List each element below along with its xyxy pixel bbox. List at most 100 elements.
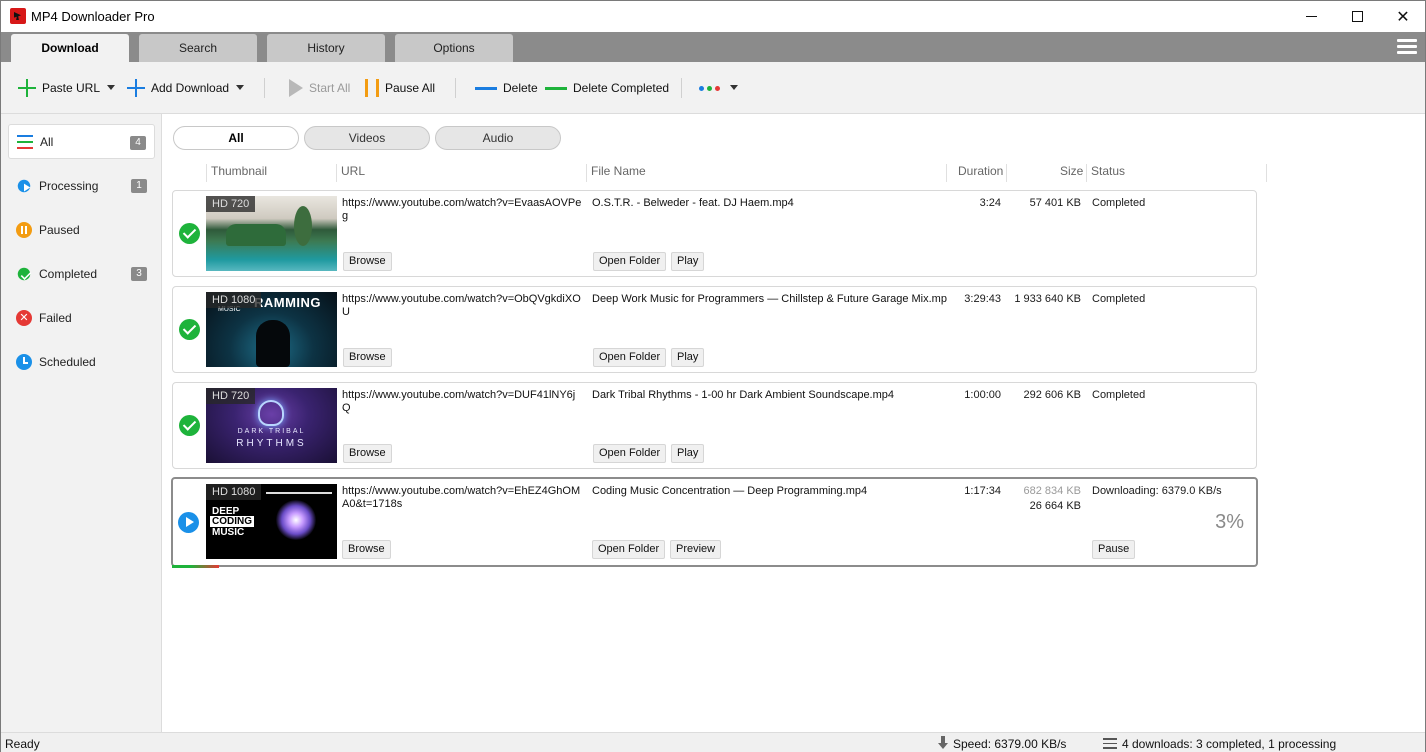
minimize-button[interactable] — [1288, 1, 1334, 32]
column-divider — [1086, 164, 1087, 182]
pause-all-button[interactable]: Pause All — [365, 62, 435, 114]
filter-all[interactable]: All — [173, 126, 299, 150]
download-row-active[interactable]: DEEP CODING MUSIC HD 1080 https://www.yo… — [171, 477, 1258, 567]
play-icon — [289, 79, 303, 97]
clock-icon — [16, 353, 32, 370]
column-header-status[interactable]: Status — [1091, 160, 1125, 182]
add-download-label: Add Download — [151, 81, 230, 95]
sidebar-item-label: Scheduled — [39, 354, 96, 369]
paste-url-button[interactable]: Paste URL — [18, 62, 100, 114]
column-header-thumbnail[interactable]: Thumbnail — [211, 160, 267, 182]
status-bar: Ready Speed: 6379.00 KB/s 4 downloads: 3… — [1, 732, 1425, 752]
download-row[interactable]: HD 720 https://www.youtube.com/watch?v=E… — [172, 190, 1257, 277]
download-row[interactable]: RAMMING MUSIC HD 1080 https://www.youtub… — [172, 286, 1257, 373]
column-header-url[interactable]: URL — [341, 160, 365, 182]
delete-button[interactable]: Delete — [475, 62, 538, 114]
open-folder-button[interactable]: Open Folder — [593, 348, 667, 367]
column-divider — [1266, 164, 1267, 182]
browse-button[interactable]: Browse — [343, 348, 392, 367]
file-name-text: O.S.T.R. - Belweder - feat. DJ Haem.mp4 — [592, 197, 794, 209]
sidebar-item-label: Processing — [39, 178, 99, 193]
fractal-shape — [276, 500, 316, 540]
quality-badge: HD 720 — [206, 388, 256, 404]
count-badge: 4 — [130, 136, 146, 150]
tab-options[interactable]: Options — [395, 34, 513, 62]
delete-label: Delete — [503, 81, 538, 95]
delete-completed-button[interactable]: Delete Completed — [545, 62, 669, 114]
column-divider — [1006, 164, 1007, 182]
check-circle-icon — [17, 267, 31, 280]
minimize-icon — [1305, 16, 1317, 17]
column-divider — [336, 164, 337, 182]
tab-search[interactable]: Search — [139, 34, 257, 62]
column-header-size[interactable]: Size — [1060, 160, 1083, 182]
open-folder-button[interactable]: Open Folder — [593, 252, 667, 271]
preview-button[interactable]: Preview — [670, 540, 722, 559]
browse-button[interactable]: Browse — [343, 252, 392, 271]
browse-button[interactable]: Browse — [342, 540, 391, 559]
check-circle-icon — [179, 415, 200, 436]
tab-download[interactable]: Download — [11, 34, 129, 62]
progress-percent: 3% — [1215, 511, 1244, 533]
play-circle-icon — [178, 512, 199, 533]
paste-url-dropdown-icon[interactable] — [107, 85, 115, 90]
thumbnail-line — [266, 492, 332, 494]
speed-text: Speed: 6379.00 KB/s — [953, 737, 1067, 751]
pause-circle-icon — [16, 221, 32, 238]
video-thumbnail: DEEP CODING MUSIC HD 1080 — [206, 484, 337, 559]
browse-button[interactable]: Browse — [343, 444, 392, 463]
download-arrow-icon — [938, 736, 948, 749]
sidebar-item-label: Completed — [39, 266, 98, 281]
pause-button[interactable]: Pause — [1092, 540, 1136, 559]
toolbar: Paste URL Add Download Start All Pause A… — [1, 62, 1425, 114]
thumbnail-title: CODING — [210, 516, 254, 527]
quality-badge: HD 1080 — [206, 484, 262, 500]
play-button[interactable]: Play — [671, 444, 705, 463]
play-button[interactable]: Play — [671, 348, 705, 367]
status-text: Completed — [1092, 389, 1146, 401]
status-text: Downloading: 6379.0 KB/s — [1092, 485, 1222, 497]
sidebar-item-all[interactable]: All 4 — [8, 124, 155, 159]
color-dots-menu-icon[interactable] — [699, 86, 720, 91]
column-header-duration[interactable]: Duration — [958, 160, 1003, 182]
column-divider — [206, 164, 207, 182]
tree-shape — [294, 206, 312, 246]
duration-text: 3:24 — [979, 197, 1001, 209]
open-folder-button[interactable]: Open Folder — [592, 540, 666, 559]
x-circle-icon: ✕ — [16, 309, 32, 326]
maximize-button[interactable] — [1334, 1, 1380, 32]
more-dropdown-icon[interactable] — [730, 85, 738, 90]
glowing-mask-shape — [258, 400, 284, 426]
sidebar-item-processing[interactable]: Processing 1 — [8, 168, 155, 203]
column-header-file-name[interactable]: File Name — [591, 160, 646, 182]
plus-icon — [127, 79, 145, 97]
tab-history[interactable]: History — [267, 34, 385, 62]
toolbar-divider — [681, 78, 682, 98]
add-download-button[interactable]: Add Download — [127, 62, 229, 114]
open-folder-button[interactable]: Open Folder — [593, 444, 667, 463]
status-ready-text: Ready — [5, 737, 40, 751]
minus-icon — [545, 86, 567, 90]
play-circle-icon — [17, 179, 31, 192]
sidebar-item-paused[interactable]: Paused — [8, 212, 155, 247]
download-row[interactable]: DARK TRIBAL RHYTHMS HD 720 https://www.y… — [172, 382, 1257, 469]
url-text: https://www.youtube.com/watch?v=ObQVgkdi… — [342, 293, 581, 318]
pause-icon — [365, 79, 379, 97]
sidebar-item-failed[interactable]: ✕ Failed — [8, 300, 155, 335]
total-size-text: 682 834 KB — [1023, 485, 1082, 497]
url-text: https://www.youtube.com/watch?v=EhEZ4GhO… — [342, 485, 581, 510]
menu-icon[interactable] — [1397, 39, 1417, 55]
toolbar-divider — [455, 78, 456, 98]
add-download-dropdown-icon[interactable] — [236, 85, 244, 90]
start-all-button[interactable]: Start All — [289, 62, 350, 114]
url-text: https://www.youtube.com/watch?v=DUF41lNY… — [342, 389, 576, 414]
sidebar-item-scheduled[interactable]: Scheduled — [8, 344, 155, 379]
thumbnail-title: RAMMING — [254, 295, 322, 310]
close-button[interactable]: ✕ — [1380, 1, 1426, 32]
sidebar-item-completed[interactable]: Completed 3 — [8, 256, 155, 291]
hedge-shape — [226, 224, 286, 246]
play-button[interactable]: Play — [671, 252, 705, 271]
file-name-text: Dark Tribal Rhythms - 1-00 hr Dark Ambie… — [592, 389, 895, 401]
filter-audio[interactable]: Audio — [435, 126, 561, 150]
filter-videos[interactable]: Videos — [304, 126, 430, 150]
